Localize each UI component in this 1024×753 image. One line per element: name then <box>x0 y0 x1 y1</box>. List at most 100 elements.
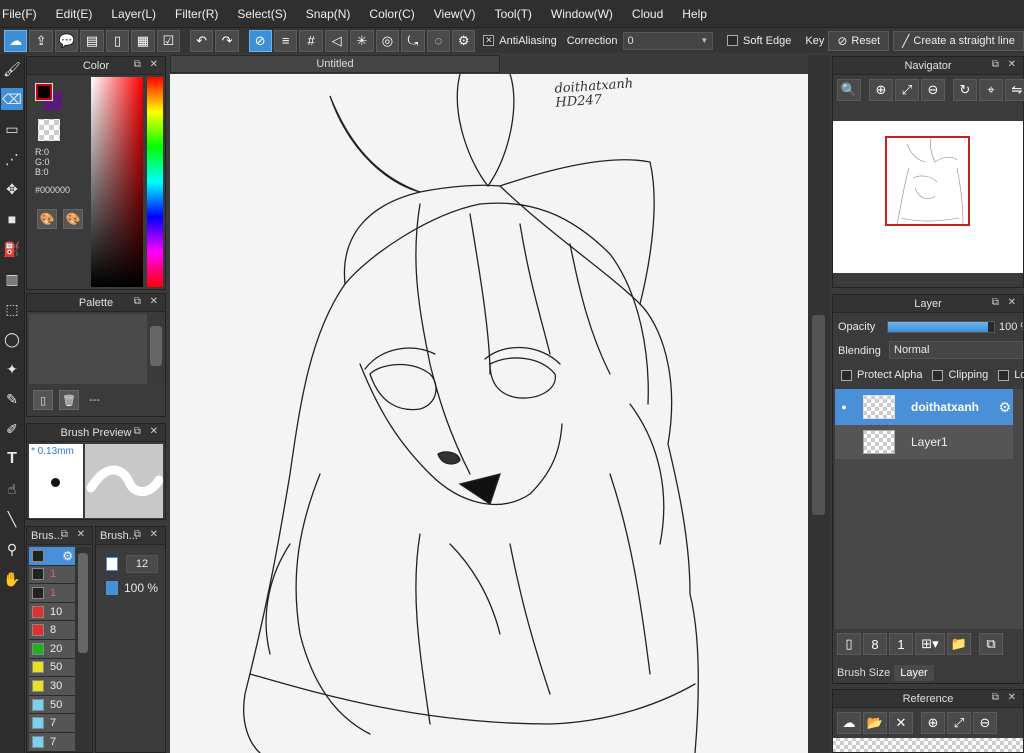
menu-window[interactable]: Window(W) <box>551 7 622 21</box>
lock-checkbox[interactable] <box>998 369 1010 381</box>
brush-list-item[interactable]: 7 <box>29 714 75 733</box>
brush-size-input[interactable]: 12 <box>126 555 158 573</box>
brush-list-item[interactable]: 30 <box>29 677 75 696</box>
zoom-in-icon[interactable]: ⊕ <box>921 712 945 734</box>
fill-rect-tool-icon[interactable]: ■ <box>1 208 23 230</box>
undo-icon[interactable]: ↶ <box>189 29 214 52</box>
brush-list-scrollbar[interactable] <box>75 547 91 752</box>
palette-area[interactable] <box>29 314 147 384</box>
lasso-tool-icon[interactable]: ◯ <box>1 328 23 350</box>
new-layer-icon[interactable]: ▯ <box>837 633 861 655</box>
gradient-tool-icon[interactable]: ▥ <box>1 268 23 290</box>
rectangle-tool-icon[interactable]: ▭ <box>1 118 23 140</box>
select-pen-tool-icon[interactable]: ✎ <box>1 388 23 410</box>
new-page-icon[interactable]: ▯ <box>33 390 53 410</box>
check-box-icon[interactable]: ☑ <box>156 29 181 52</box>
menu-layer[interactable]: Layer(L) <box>111 7 165 21</box>
fg-color-swatch[interactable] <box>35 83 53 101</box>
eyedropper-tool-icon[interactable]: ⚲ <box>1 538 23 560</box>
menu-select[interactable]: Select(S) <box>237 7 295 21</box>
magic-wand-tool-icon[interactable]: ✦ <box>1 358 23 380</box>
select-eraser-tool-icon[interactable]: ✐ <box>1 418 23 440</box>
tab-brush-size[interactable]: Brush Size <box>833 667 894 679</box>
menu-file[interactable]: File(F) <box>2 7 46 21</box>
redo-icon[interactable]: ↷ <box>215 29 239 52</box>
panel-controls-icon[interactable]: ⧉ ✕ <box>134 296 161 307</box>
eraser-tool-icon[interactable]: ⌫ <box>1 88 23 110</box>
brush-list-item[interactable]: ⚙ <box>29 547 75 566</box>
duplicate-layer-icon[interactable]: ⧉ <box>979 633 1003 655</box>
reset-view-icon[interactable]: ⌖ <box>979 79 1003 101</box>
panel-controls-icon[interactable]: ⧉ ✕ <box>61 529 88 540</box>
brush-list-item[interactable]: 1 <box>29 584 75 603</box>
divide-tool-icon[interactable]: ╲ <box>1 508 23 530</box>
layer-row[interactable]: Layer1 <box>835 425 1013 459</box>
menu-filter[interactable]: Filter(R) <box>175 7 227 21</box>
hand-tool-icon[interactable]: ✋ <box>1 568 23 590</box>
rotate-icon[interactable]: ↻ <box>953 79 977 101</box>
color-gradient-box[interactable] <box>91 77 143 287</box>
zoom-out-icon[interactable]: ⊖ <box>973 712 997 734</box>
brush-list-item[interactable]: 20 <box>29 639 75 659</box>
correction-select[interactable]: 0 ▼ <box>623 31 714 50</box>
brush-list-item[interactable]: 10 <box>29 602 75 622</box>
tab-layer[interactable]: Layer <box>894 665 934 681</box>
menu-help[interactable]: Help <box>682 7 716 21</box>
dot-line-tool-icon[interactable]: ⋰ <box>1 148 23 170</box>
new-1bit-layer-icon[interactable]: 1 <box>889 633 913 655</box>
hue-slider[interactable] <box>147 77 163 287</box>
drawing-canvas[interactable]: doithatxanh HD247 <box>170 74 808 753</box>
clipping-checkbox[interactable] <box>932 369 944 381</box>
reset-button[interactable]: ⊘ Reset <box>828 30 890 51</box>
panel-controls-icon[interactable]: ⧉ ✕ <box>992 297 1019 308</box>
menu-tool[interactable]: Tool(T) <box>495 7 541 21</box>
brush-list-item[interactable]: 1 <box>29 565 75 585</box>
zoom-in-plus-icon[interactable]: ⊕ <box>869 79 893 101</box>
new-8bit-layer-icon[interactable]: 8 <box>863 633 887 655</box>
brush-list-item[interactable]: 50 <box>29 658 75 678</box>
blending-select[interactable]: Normal <box>889 341 1023 359</box>
canvas-vertical-scrollbar[interactable] <box>808 55 830 753</box>
menu-view[interactable]: View(V) <box>434 7 485 21</box>
menu-edit[interactable]: Edit(E) <box>56 7 102 21</box>
antialiasing-checkbox[interactable]: ✕ <box>483 35 495 46</box>
snap-perspective-icon[interactable]: ◁ <box>324 29 349 52</box>
speech-bubble-icon[interactable]: 💬 <box>54 29 79 52</box>
text-bubble-icon[interactable]: ▤ <box>80 29 104 52</box>
panel-controls-icon[interactable]: ⧉ ✕ <box>992 59 1019 70</box>
move-tool-icon[interactable]: ✥ <box>1 178 23 200</box>
scroll-thumb[interactable] <box>812 315 825 515</box>
fit-icon[interactable]: ⤢ <box>947 712 971 734</box>
soft-edge-checkbox[interactable] <box>727 35 739 46</box>
snap-radial-icon[interactable]: ✳ <box>350 29 374 52</box>
zoom-out-icon[interactable]: ⊖ <box>921 79 945 101</box>
export-icon[interactable]: ⇪ <box>29 29 53 52</box>
trash-icon[interactable]: 🗑 <box>59 390 79 410</box>
panel-controls-icon[interactable]: ⧉ ✕ <box>134 59 161 70</box>
menu-snap[interactable]: Snap(N) <box>306 7 360 21</box>
brush-list-item[interactable]: 8 <box>29 621 75 640</box>
brush-tool-icon[interactable]: 🖌 <box>1 58 23 80</box>
fit-icon[interactable]: ⤢ <box>895 79 919 101</box>
layer-row[interactable]: ● doithatxanh ⚙ <box>835 389 1013 425</box>
select-rect-tool-icon[interactable]: ⬚ <box>1 298 23 320</box>
snap-off-icon[interactable]: ⊘ <box>248 29 272 52</box>
palette-icon[interactable]: 🎨 <box>37 209 57 229</box>
navigator-viewport-frame[interactable] <box>885 136 970 226</box>
menu-cloud[interactable]: Cloud <box>632 7 672 21</box>
panel-controls-icon[interactable]: ⧉ ✕ <box>992 692 1019 703</box>
snap-parallel-icon[interactable]: ≡ <box>273 29 298 52</box>
palette-edit-icon[interactable]: 🎨 <box>63 209 83 229</box>
snap-grid-icon[interactable]: # <box>299 29 323 52</box>
opacity-slider[interactable] <box>887 321 995 333</box>
panel-controls-icon[interactable]: ⧉ ✕ <box>134 426 161 437</box>
brush-list-item[interactable]: 7 <box>29 732 75 752</box>
snap-curve-icon[interactable]: ⤿ <box>401 29 425 52</box>
close-icon[interactable]: ✕ <box>889 712 913 734</box>
zoom-in-icon[interactable]: 🔍 <box>837 79 861 101</box>
palette-scrollbar[interactable] <box>149 314 163 384</box>
brush-opacity-value[interactable]: 100 % <box>124 581 158 595</box>
menu-color[interactable]: Color(C) <box>369 7 423 21</box>
page-icon[interactable]: ▯ <box>105 29 130 52</box>
straight-line-button[interactable]: ╱ Create a straight line <box>893 30 1024 51</box>
